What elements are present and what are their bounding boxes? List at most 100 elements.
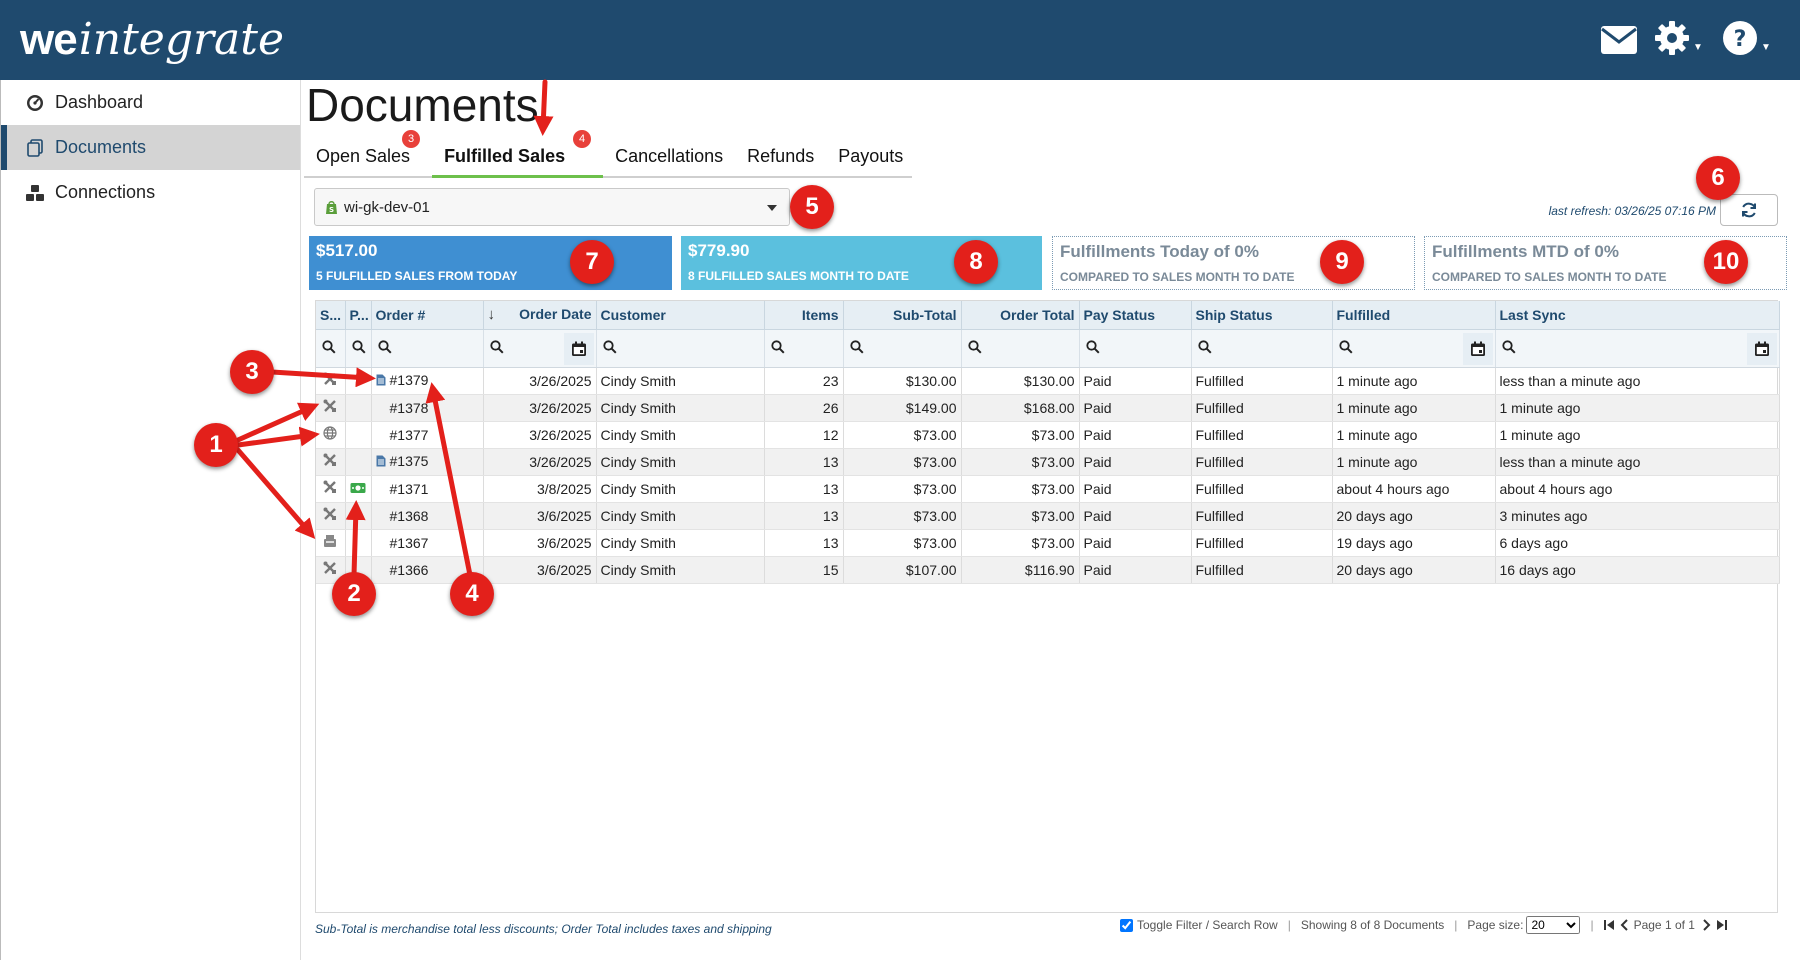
tab-fulfilled-sales[interactable]: Fulfilled Sales 4 bbox=[432, 130, 604, 178]
table-row[interactable]: #1375 3/26/2025 Cindy Smith 13 $73.00 $73.00 P… bbox=[316, 448, 1780, 476]
app-logo[interactable]: weintegrate bbox=[20, 14, 284, 66]
order-number[interactable]: #1371 bbox=[390, 481, 429, 497]
search-icon[interactable] bbox=[602, 339, 617, 354]
filter-cell[interactable] bbox=[1495, 329, 1780, 368]
column-header-order-number[interactable]: Order # bbox=[371, 301, 484, 330]
search-icon[interactable] bbox=[849, 339, 864, 354]
search-icon[interactable] bbox=[489, 339, 504, 354]
search-icon[interactable] bbox=[377, 339, 392, 354]
order-number-cell[interactable]: #1375 bbox=[371, 448, 484, 476]
mail-icon[interactable] bbox=[1600, 20, 1638, 60]
search-icon[interactable] bbox=[1338, 339, 1353, 354]
order-number[interactable]: #1367 bbox=[390, 535, 429, 551]
payment-cell bbox=[345, 502, 372, 530]
order-number[interactable]: #1366 bbox=[390, 562, 429, 578]
next-page-icon[interactable] bbox=[1703, 919, 1711, 931]
sidebar-item-connections[interactable]: Connections bbox=[1, 170, 300, 215]
table-row[interactable]: #1379 3/26/2025 Cindy Smith 23 $130.00 $130.0… bbox=[316, 367, 1780, 395]
order-total-cell: $130.00 bbox=[961, 367, 1080, 395]
tools-icon[interactable] bbox=[323, 372, 337, 386]
calendar-icon[interactable] bbox=[1746, 332, 1777, 365]
settings-menu[interactable]: ▼ bbox=[1654, 20, 1703, 60]
order-number[interactable]: #1377 bbox=[390, 427, 429, 443]
filter-cell[interactable] bbox=[345, 329, 372, 368]
order-number-cell[interactable]: #1368 bbox=[371, 502, 484, 530]
pos-icon[interactable] bbox=[323, 534, 337, 548]
order-number[interactable]: #1368 bbox=[390, 508, 429, 524]
column-header-customer[interactable]: Customer bbox=[596, 301, 765, 330]
table-row[interactable]: #1371 3/8/2025 Cindy Smith 13 $73.00 $73.00 Pa… bbox=[316, 475, 1780, 503]
tab-refunds[interactable]: Refunds bbox=[735, 138, 826, 176]
filter-cell[interactable] bbox=[316, 329, 346, 368]
tools-icon[interactable] bbox=[323, 507, 337, 521]
tools-icon[interactable] bbox=[323, 453, 337, 467]
tools-icon[interactable] bbox=[323, 561, 337, 575]
fulfilled-cell: 1 minute ago bbox=[1332, 448, 1496, 476]
filter-cell[interactable] bbox=[371, 329, 484, 368]
calendar-icon[interactable] bbox=[563, 332, 594, 365]
filter-cell[interactable] bbox=[483, 329, 597, 368]
order-number[interactable]: #1378 bbox=[390, 400, 429, 416]
column-header-fulfilled[interactable]: Fulfilled bbox=[1332, 301, 1496, 330]
store-select[interactable]: S wi-gk-dev-01 bbox=[314, 188, 790, 226]
order-number-cell[interactable]: #1379 bbox=[371, 367, 484, 395]
document-icon[interactable] bbox=[376, 454, 390, 470]
table-row[interactable]: #1368 3/6/2025 Cindy Smith 13 $73.00 $73.00 Pa… bbox=[316, 502, 1780, 530]
search-icon[interactable] bbox=[1085, 339, 1100, 354]
filter-cell[interactable] bbox=[961, 329, 1080, 368]
sidebar-item-dashboard[interactable]: Dashboard bbox=[1, 80, 300, 125]
search-icon[interactable] bbox=[770, 339, 785, 354]
sidebar-item-documents[interactable]: Documents bbox=[1, 125, 300, 170]
filter-cell[interactable] bbox=[596, 329, 765, 368]
order-number[interactable]: #1379 bbox=[390, 372, 429, 388]
order-number-cell[interactable]: #1377 bbox=[371, 421, 484, 449]
column-header-order-total[interactable]: Order Total bbox=[961, 301, 1080, 330]
table-row[interactable]: #1378 3/26/2025 Cindy Smith 26 $149.00 $168.0… bbox=[316, 394, 1780, 422]
table-row[interactable]: #1377 3/26/2025 Cindy Smith 12 $73.00 $73.00 P… bbox=[316, 421, 1780, 449]
tools-icon[interactable] bbox=[323, 480, 337, 494]
column-header-last-sync[interactable]: Last Sync bbox=[1495, 301, 1780, 330]
search-icon[interactable] bbox=[1501, 339, 1516, 354]
ship-status-cell: Fulfilled bbox=[1191, 394, 1333, 422]
status-cell bbox=[316, 421, 346, 449]
tab-open-sales[interactable]: Open Sales 3 bbox=[304, 130, 422, 176]
tools-icon[interactable] bbox=[323, 399, 337, 413]
column-header-order-date[interactable]: ↓ Order Date bbox=[483, 301, 597, 330]
column-header-ship-status[interactable]: Ship Status bbox=[1191, 301, 1333, 330]
cash-icon[interactable] bbox=[350, 482, 366, 494]
order-number[interactable]: #1375 bbox=[390, 453, 429, 469]
search-icon[interactable] bbox=[1197, 339, 1212, 354]
document-icon[interactable] bbox=[376, 373, 390, 389]
column-header-sub-total[interactable]: Sub-Total bbox=[843, 301, 962, 330]
order-number-cell[interactable]: #1371 bbox=[371, 475, 484, 503]
last-page-icon[interactable] bbox=[1716, 920, 1727, 930]
filter-cell[interactable] bbox=[843, 329, 962, 368]
order-number-cell[interactable]: #1367 bbox=[371, 529, 484, 557]
tab-payouts[interactable]: Payouts bbox=[826, 138, 915, 176]
search-icon[interactable] bbox=[967, 339, 982, 354]
page-size-select[interactable]: 20 bbox=[1526, 916, 1581, 934]
help-menu[interactable]: ? ▼ bbox=[1722, 20, 1771, 60]
filter-cell[interactable] bbox=[1191, 329, 1333, 368]
refresh-button[interactable] bbox=[1720, 194, 1778, 226]
prev-page-icon[interactable] bbox=[1620, 919, 1628, 931]
first-page-icon[interactable] bbox=[1603, 920, 1614, 930]
calendar-icon[interactable] bbox=[1462, 332, 1493, 365]
column-header-items[interactable]: Items bbox=[764, 301, 844, 330]
filter-cell[interactable] bbox=[764, 329, 844, 368]
search-icon[interactable] bbox=[322, 339, 336, 354]
order-number-cell[interactable]: #1378 bbox=[371, 394, 484, 422]
filter-cell[interactable] bbox=[1079, 329, 1192, 368]
column-header-status[interactable]: S... bbox=[316, 301, 346, 330]
table-row[interactable]: #1367 3/6/2025 Cindy Smith 13 $73.00 $73.00 Pa… bbox=[316, 529, 1780, 557]
globe-icon[interactable] bbox=[323, 426, 337, 440]
search-icon[interactable] bbox=[351, 339, 366, 354]
toggle-filter-label[interactable]: Toggle Filter / Search Row bbox=[1137, 918, 1278, 932]
column-header-pay-status[interactable]: Pay Status bbox=[1079, 301, 1192, 330]
column-header-payment[interactable]: P... bbox=[345, 301, 372, 330]
toggle-filter-checkbox[interactable] bbox=[1120, 918, 1133, 932]
tab-cancellations[interactable]: Cancellations bbox=[603, 138, 735, 176]
filter-cell[interactable] bbox=[1332, 329, 1496, 368]
customer-cell: Cindy Smith bbox=[596, 556, 765, 584]
table-row[interactable]: #1366 3/6/2025 Cindy Smith 15 $107.00 $116.90… bbox=[316, 556, 1780, 584]
